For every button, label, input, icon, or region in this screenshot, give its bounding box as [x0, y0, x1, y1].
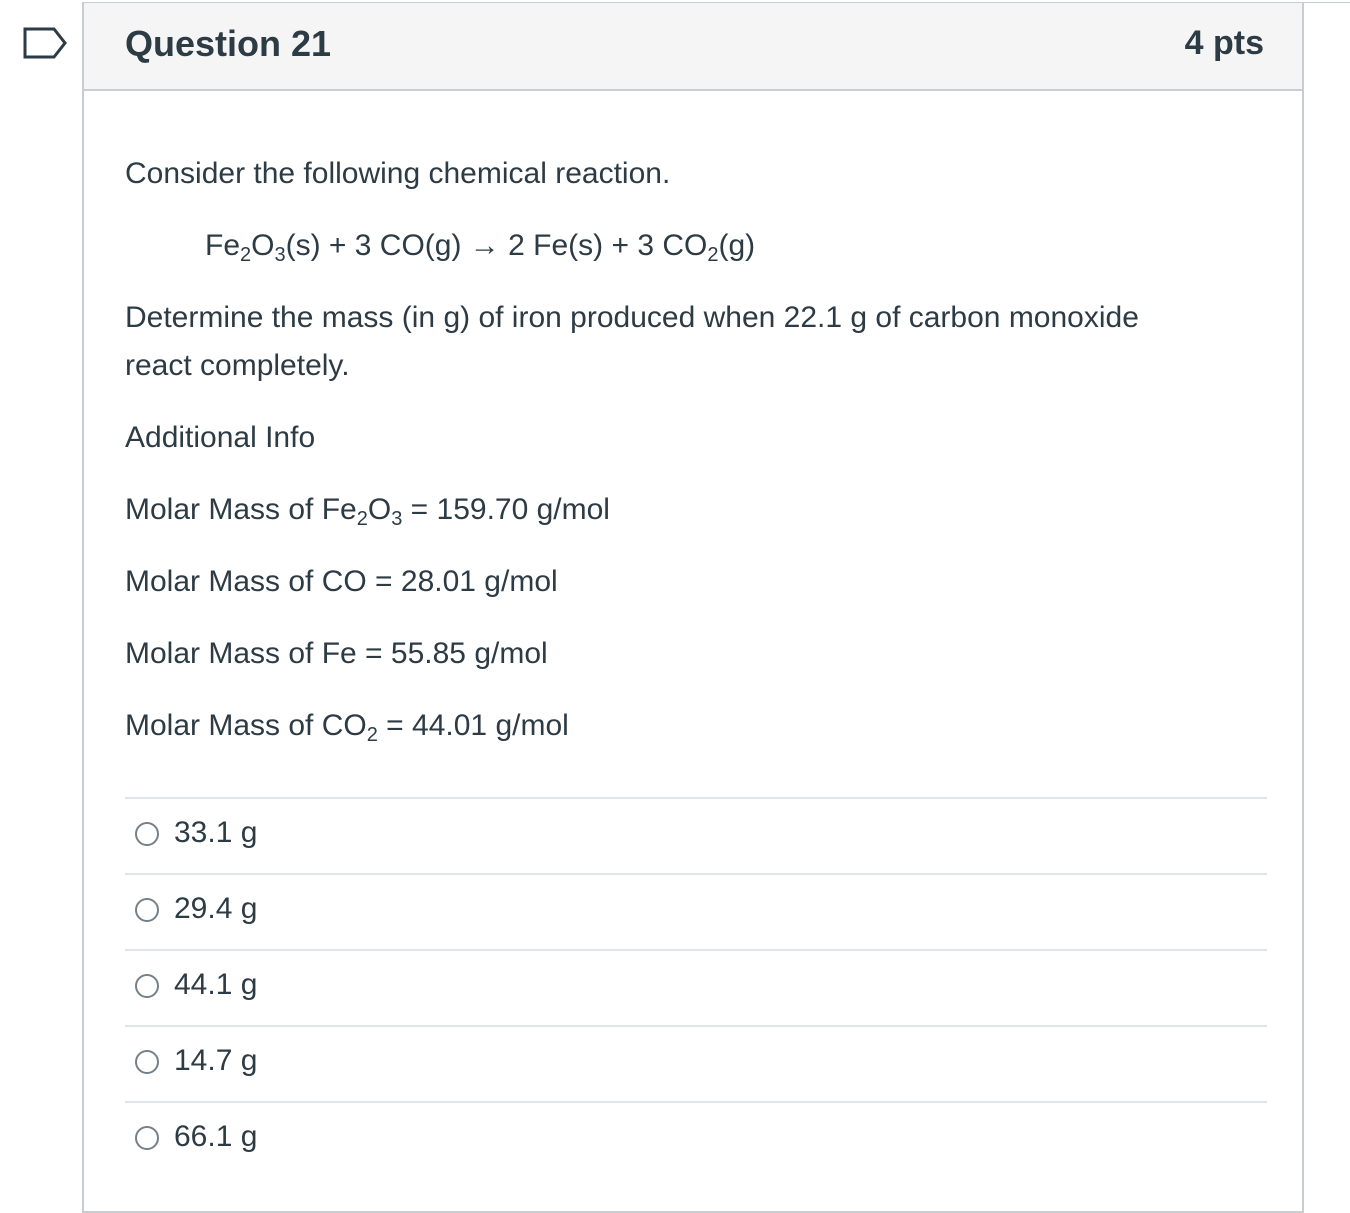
answer-label[interactable]: 33.1 g	[174, 813, 257, 853]
equation-subscript: 3	[274, 244, 286, 266]
equation-part: (g)	[718, 229, 756, 262]
answer-option[interactable]: 44.1 g	[125, 949, 1267, 1025]
answer-label[interactable]: 14.7 g	[174, 1041, 257, 1081]
equation-part: Fe	[205, 229, 241, 262]
answer-radio-button[interactable]	[135, 822, 159, 846]
molar-mass-subscript: 2	[356, 508, 368, 530]
question-header: Question 21 4 pts	[84, 3, 1302, 91]
answer-option[interactable]: 14.7 g	[125, 1025, 1267, 1101]
answer-radio-button[interactable]	[135, 898, 159, 922]
equation-subscript: 2	[240, 244, 252, 266]
molar-mass-fe: Molar Mass of Fe = 55.85 g/mol	[125, 637, 548, 670]
molar-mass-text: Molar Mass of CO	[125, 709, 367, 742]
question-intro: Consider the following chemical reaction…	[125, 157, 671, 190]
answer-radio-button[interactable]	[135, 1050, 159, 1074]
answer-option[interactable]: 33.1 g	[125, 797, 1267, 873]
answer-option[interactable]: 29.4 g	[125, 873, 1267, 949]
answer-list: 33.1 g 29.4 g 44.1 g 14.7 g 66.1 g	[125, 797, 1267, 1177]
answer-radio-button[interactable]	[135, 974, 159, 998]
equation-part: O	[251, 229, 275, 262]
molar-mass-co: Molar Mass of CO = 28.01 g/mol	[125, 565, 558, 598]
question-prompt-line-2: react completely.	[125, 349, 350, 382]
answer-label[interactable]: 44.1 g	[174, 965, 257, 1005]
additional-info-heading: Additional Info	[125, 421, 316, 454]
molar-mass-subscript: 2	[366, 724, 378, 746]
answer-radio-button[interactable]	[135, 1126, 159, 1150]
question-title: Question 21	[125, 23, 332, 64]
molar-mass-text: = 159.70 g/mol	[402, 493, 610, 526]
flag-question-icon[interactable]	[22, 26, 68, 60]
equation-part: (s) + 3 CO(g) → 2 Fe(s) + 3 CO	[285, 229, 708, 262]
answer-option[interactable]: 66.1 g	[125, 1101, 1267, 1177]
question-points: 4 pts	[1184, 24, 1264, 62]
equation-subscript: 2	[707, 244, 719, 266]
molar-mass-co2: Molar Mass of CO2 = 44.01 g/mol	[125, 702, 569, 750]
molar-mass-text: Molar Mass of Fe	[125, 493, 357, 526]
answer-label[interactable]: 29.4 g	[174, 889, 257, 929]
molar-mass-fe2o3: Molar Mass of Fe2O3 = 159.70 g/mol	[125, 486, 610, 534]
answer-label[interactable]: 66.1 g	[174, 1117, 257, 1157]
question-prompt-line-1: Determine the mass (in g) of iron produc…	[125, 301, 1139, 334]
chemical-equation: Fe2O3(s) + 3 CO(g) → 2 Fe(s) + 3 CO2(g)	[205, 222, 755, 270]
molar-mass-text: O	[367, 493, 392, 526]
molar-mass-text: = 44.01 g/mol	[377, 709, 569, 742]
molar-mass-subscript: 3	[391, 508, 403, 530]
question-card: Question 21 4 pts Consider the following…	[82, 3, 1304, 1213]
